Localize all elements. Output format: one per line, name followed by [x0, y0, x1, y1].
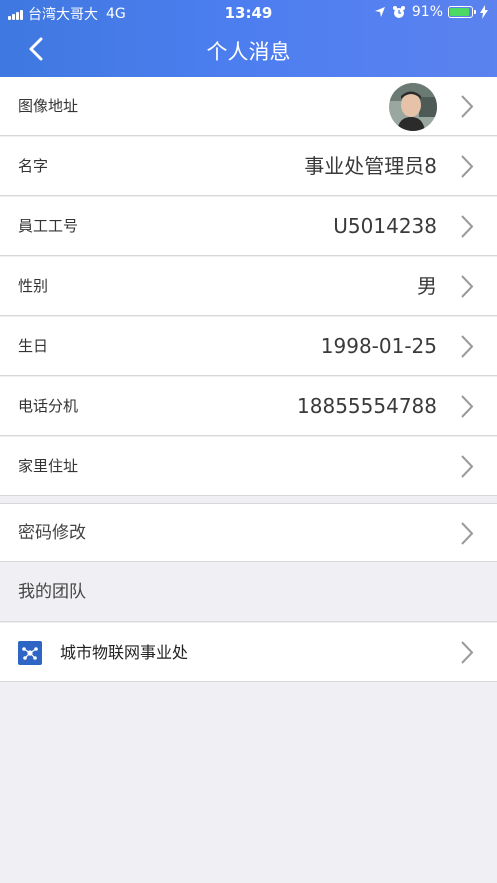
battery-icon	[448, 6, 476, 18]
location-arrow-icon	[374, 7, 385, 17]
row-label: 員工工号	[18, 217, 79, 235]
row-value: 男	[417, 274, 437, 298]
team-name: 城市物联网事业处	[60, 643, 189, 662]
row-avatar[interactable]: 图像地址	[0, 77, 497, 136]
row-gender[interactable]: 性别 男	[0, 257, 497, 316]
row-employee-id[interactable]: 員工工号 U5014238	[0, 197, 497, 256]
chevron-right-icon	[461, 455, 474, 478]
row-home-address[interactable]: 家里住址	[0, 437, 497, 496]
status-bar: 台湾大哥大 4G 13:49 91%	[0, 0, 497, 26]
charging-bolt-icon	[480, 5, 488, 19]
chevron-right-icon	[461, 522, 474, 545]
row-birthday[interactable]: 生日 1998-01-25	[0, 317, 497, 376]
alarm-clock-icon	[392, 6, 405, 18]
row-value: 事业处管理员8	[304, 154, 437, 178]
row-value: U5014238	[333, 214, 437, 238]
row-change-password[interactable]: 密码修改	[0, 503, 497, 562]
row-label: 生日	[18, 337, 49, 355]
row-value: 18855554788	[297, 394, 437, 418]
row-label: 性别	[18, 277, 49, 295]
row-name[interactable]: 名字 事业处管理员8	[0, 137, 497, 196]
chevron-right-icon	[461, 641, 474, 664]
chevron-right-icon	[461, 155, 474, 178]
row-label: 图像地址	[18, 97, 79, 115]
status-right: 91%	[374, 4, 489, 20]
row-team[interactable]: 城市物联网事业处	[0, 623, 497, 682]
avatar	[389, 83, 437, 131]
row-label: 名字	[18, 157, 49, 175]
navigation-header: 台湾大哥大 4G 13:49 91% 个人消息	[0, 0, 497, 77]
row-phone-extension[interactable]: 电话分机 18855554788	[0, 377, 497, 436]
section-header-my-team: 我的团队	[0, 563, 497, 622]
page-title: 个人消息	[206, 40, 291, 64]
team-network-icon	[18, 641, 42, 665]
row-value: 1998-01-25	[320, 334, 437, 358]
chevron-right-icon	[461, 335, 474, 358]
chevron-right-icon	[461, 95, 474, 118]
row-label: 电话分机	[18, 397, 79, 415]
row-label: 家里住址	[18, 457, 79, 475]
section-label: 我的团队	[18, 582, 86, 602]
row-label: 密码修改	[18, 523, 86, 543]
chevron-right-icon	[461, 215, 474, 238]
chevron-right-icon	[461, 395, 474, 418]
chevron-right-icon	[461, 275, 474, 298]
battery-percent: 91%	[411, 4, 443, 20]
